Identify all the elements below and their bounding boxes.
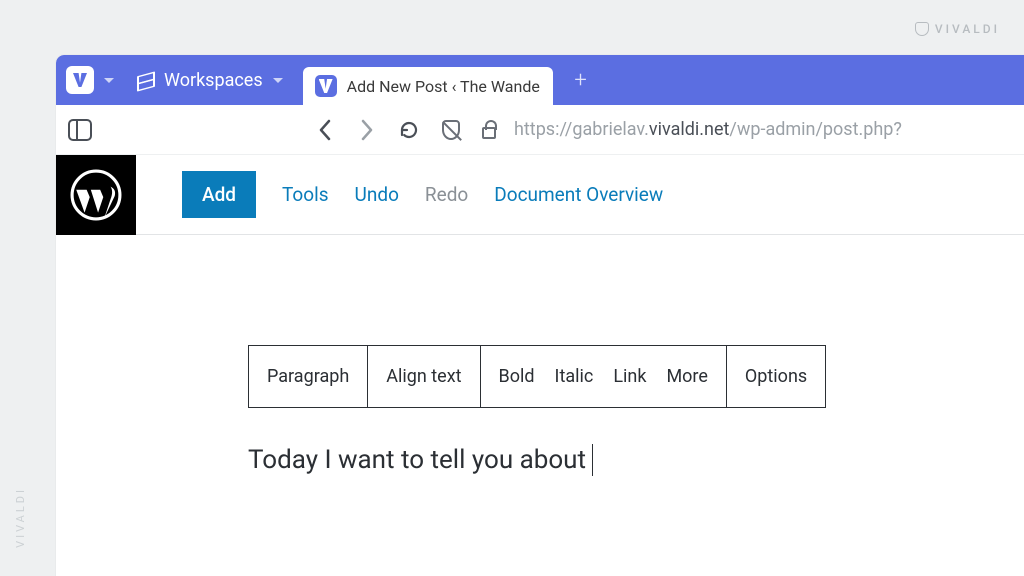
workspaces-icon [134, 70, 154, 90]
url-host: vivaldi.net [649, 119, 730, 140]
inline-format-group: Bold Italic Link More [481, 346, 727, 407]
nav-forward-button[interactable] [350, 113, 384, 147]
reload-icon [398, 119, 420, 141]
italic-button[interactable]: Italic [555, 366, 594, 387]
chevron-down-icon[interactable] [104, 78, 114, 83]
chevron-down-icon [273, 78, 283, 83]
tab-favicon-icon [315, 75, 337, 97]
reload-button[interactable] [392, 113, 426, 147]
document-overview-button[interactable]: Document Overview [494, 183, 663, 206]
text-caret [592, 444, 593, 476]
address-bar: https://gabrielav.vivaldi.net/wp-admin/p… [56, 105, 1024, 155]
workspaces-button[interactable]: Workspaces [124, 64, 293, 97]
url-prefix: https://gabrielav. [514, 119, 649, 140]
block-type-button[interactable]: Paragraph [249, 346, 368, 407]
redo-button[interactable]: Redo [425, 183, 468, 206]
browser-tab-active[interactable]: Add New Post ‹ The Wande [303, 67, 553, 105]
wordpress-icon [70, 169, 122, 221]
browser-window: Workspaces Add New Post ‹ The Wande + ht… [56, 55, 1024, 576]
tracker-shield-button[interactable] [434, 113, 468, 147]
lock-icon [482, 127, 496, 139]
vivaldi-side-watermark: VIVALDI [14, 487, 27, 548]
block-options-label: Options [745, 366, 807, 387]
vivaldi-shield-icon [915, 22, 929, 36]
block-type-label: Paragraph [267, 366, 349, 387]
vivaldi-menu-button[interactable] [66, 66, 94, 94]
nav-back-button[interactable] [308, 113, 342, 147]
block-options-button[interactable]: Options [727, 346, 825, 407]
url-field[interactable]: https://gabrielav.vivaldi.net/wp-admin/p… [514, 119, 902, 140]
shield-blocked-icon [442, 120, 460, 140]
paragraph-block[interactable]: Today I want to tell you about [248, 444, 1024, 476]
chevron-right-icon [360, 119, 374, 141]
site-security-button[interactable] [476, 113, 502, 147]
align-text-label: Align text [386, 366, 461, 387]
tools-button[interactable]: Tools [282, 183, 329, 206]
chevron-left-icon [318, 119, 332, 141]
add-block-button[interactable]: Add [182, 171, 256, 218]
paragraph-content: Today I want to tell you about [248, 445, 586, 475]
align-text-button[interactable]: Align text [368, 346, 480, 407]
workspaces-label: Workspaces [164, 70, 263, 91]
panel-toggle-icon[interactable] [68, 119, 92, 141]
more-formatting-button[interactable]: More [666, 366, 707, 387]
vivaldi-watermark-text: VIVALDI [935, 22, 1000, 36]
block-toolbar: Paragraph Align text Bold Italic Link Mo… [248, 345, 826, 408]
undo-button[interactable]: Undo [355, 183, 399, 206]
bold-button[interactable]: Bold [499, 366, 535, 387]
tab-title: Add New Post ‹ The Wande [347, 77, 540, 96]
new-tab-button[interactable]: + [567, 66, 595, 94]
url-suffix: /wp-admin/post.php? [729, 119, 901, 140]
vivaldi-watermark: VIVALDI [915, 22, 1000, 36]
wp-editor-toolbar: Add Tools Undo Redo Document Overview [56, 155, 1024, 235]
editor-canvas[interactable]: Paragraph Align text Bold Italic Link Mo… [56, 235, 1024, 476]
tab-strip: Workspaces Add New Post ‹ The Wande + [56, 55, 1024, 105]
link-button[interactable]: Link [613, 366, 646, 387]
wordpress-logo-button[interactable] [56, 155, 136, 235]
